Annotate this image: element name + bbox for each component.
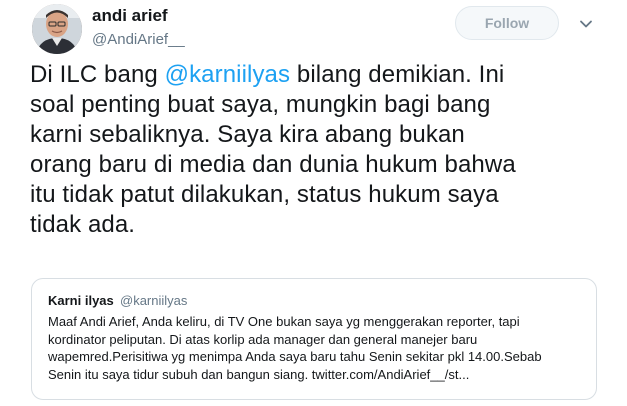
tweet-line: soal penting buat saya, mungkin bagi ban… — [30, 91, 491, 118]
quoted-author-name: Karni ilyas — [48, 293, 114, 308]
chevron-down-icon[interactable] — [578, 16, 594, 32]
author-handle[interactable]: @AndiArief__ — [92, 31, 185, 48]
quoted-line: kordinator peliputan. Di atas korlip ada… — [48, 331, 478, 347]
quoted-tweet[interactable]: Karni ilyas @karniilyas Maaf Andi Arief,… — [31, 278, 597, 400]
quoted-line: Senin itu saya tidur subuh dan bangun si… — [48, 366, 470, 382]
avatar-photo — [32, 4, 82, 54]
tweet-text-segment: bilang demikian. Ini — [290, 61, 505, 88]
quoted-author-handle: @karniilyas — [120, 293, 188, 308]
quoted-line: wapemred.Perisitiwa yg menimpa Anda saya… — [48, 349, 542, 364]
tweet-line: itu tidak patut dilakukan, status hukum … — [30, 181, 499, 208]
tweet-line: karni sebaliknya. Saya kira abang bukan — [30, 121, 465, 148]
follow-button-label: Follow — [484, 15, 530, 31]
avatar[interactable] — [32, 4, 82, 54]
quoted-line: Maaf Andi Arief, Anda keliru, di TV One … — [48, 314, 520, 329]
author-name[interactable]: andi arief — [92, 6, 168, 26]
quoted-tweet-text: Maaf Andi Arief, Anda keliru, di TV One … — [48, 313, 588, 383]
tweet-text: Di ILC bang @karniilyas bilang demikian.… — [30, 60, 620, 240]
tweet-line: Di ILC bang @karniilyas bilang demikian.… — [30, 60, 620, 90]
tweet-line: orang baru di media dan dunia hukum bahw… — [30, 151, 516, 178]
mention-link[interactable]: @karniilyas — [165, 61, 291, 88]
tweet-line: tidak ada. — [30, 211, 136, 238]
tweet-text-segment: Di ILC bang — [30, 61, 165, 88]
follow-button[interactable]: Follow — [455, 6, 559, 40]
